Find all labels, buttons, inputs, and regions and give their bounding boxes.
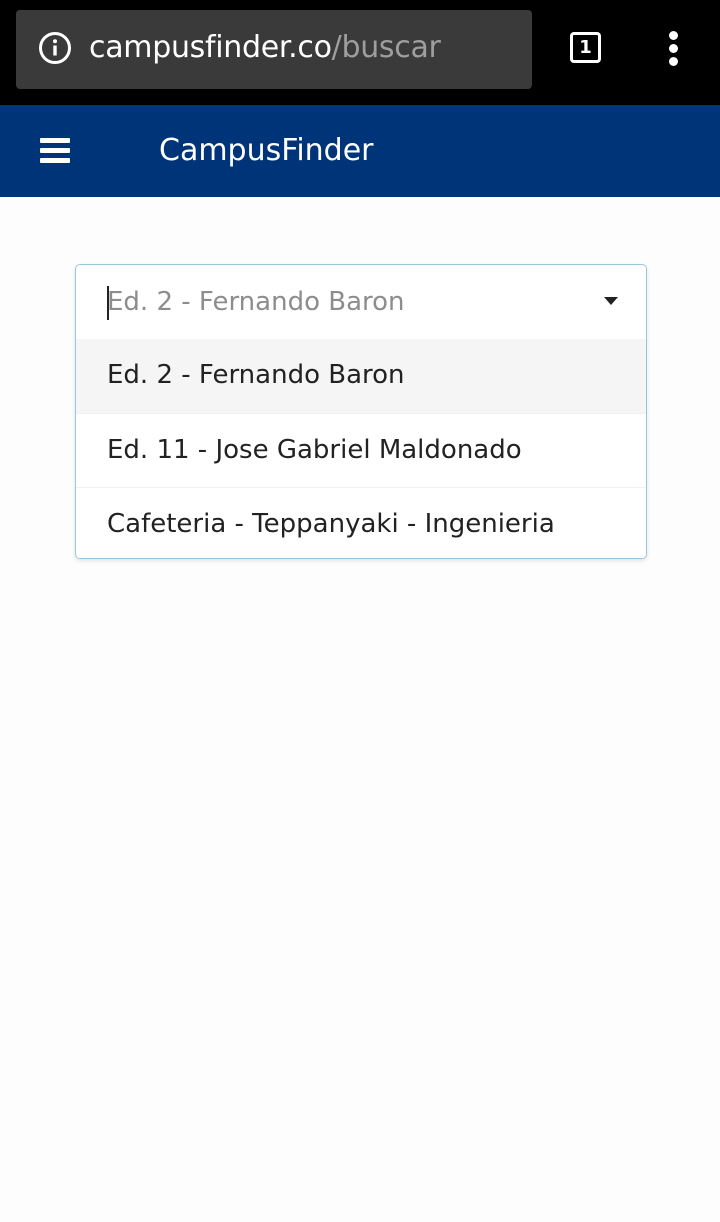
info-icon[interactable]: [38, 31, 72, 65]
option-label: Cafeteria - Teppanyaki - Ingenieria: [107, 509, 555, 539]
browser-toolbar: campusfinder.co/buscar 1: [0, 0, 720, 105]
url-path: /buscar: [331, 30, 441, 65]
more-vert-icon[interactable]: [660, 30, 688, 68]
tab-count: 1: [579, 37, 592, 58]
search-placeholder: Ed. 2 - Fernando Baron: [107, 287, 405, 317]
dropdown-menu: Ed. 2 - Fernando Baron Ed. 11 - Jose Gab…: [76, 339, 646, 558]
option-label: Ed. 11 - Jose Gabriel Maldonado: [107, 435, 522, 465]
app-title: CampusFinder: [159, 133, 374, 168]
location-search-dropdown[interactable]: Ed. 2 - Fernando Baron Ed. 2 - Fernando …: [75, 264, 647, 559]
tabs-icon[interactable]: 1: [570, 32, 601, 63]
hamburger-icon[interactable]: [40, 138, 70, 164]
dropdown-option[interactable]: Cafeteria - Teppanyaki - Ingenieria: [76, 487, 646, 558]
url-text[interactable]: campusfinder.co/buscar: [89, 28, 441, 68]
app-header: CampusFinder: [0, 105, 720, 197]
dropdown-option[interactable]: Ed. 11 - Jose Gabriel Maldonado: [76, 413, 646, 487]
dropdown-option[interactable]: Ed. 2 - Fernando Baron: [76, 339, 646, 413]
search-input[interactable]: Ed. 2 - Fernando Baron: [76, 265, 646, 339]
url-domain: campusfinder.co: [89, 30, 332, 65]
caret-down-icon[interactable]: [604, 297, 618, 305]
option-label: Ed. 2 - Fernando Baron: [107, 360, 405, 390]
